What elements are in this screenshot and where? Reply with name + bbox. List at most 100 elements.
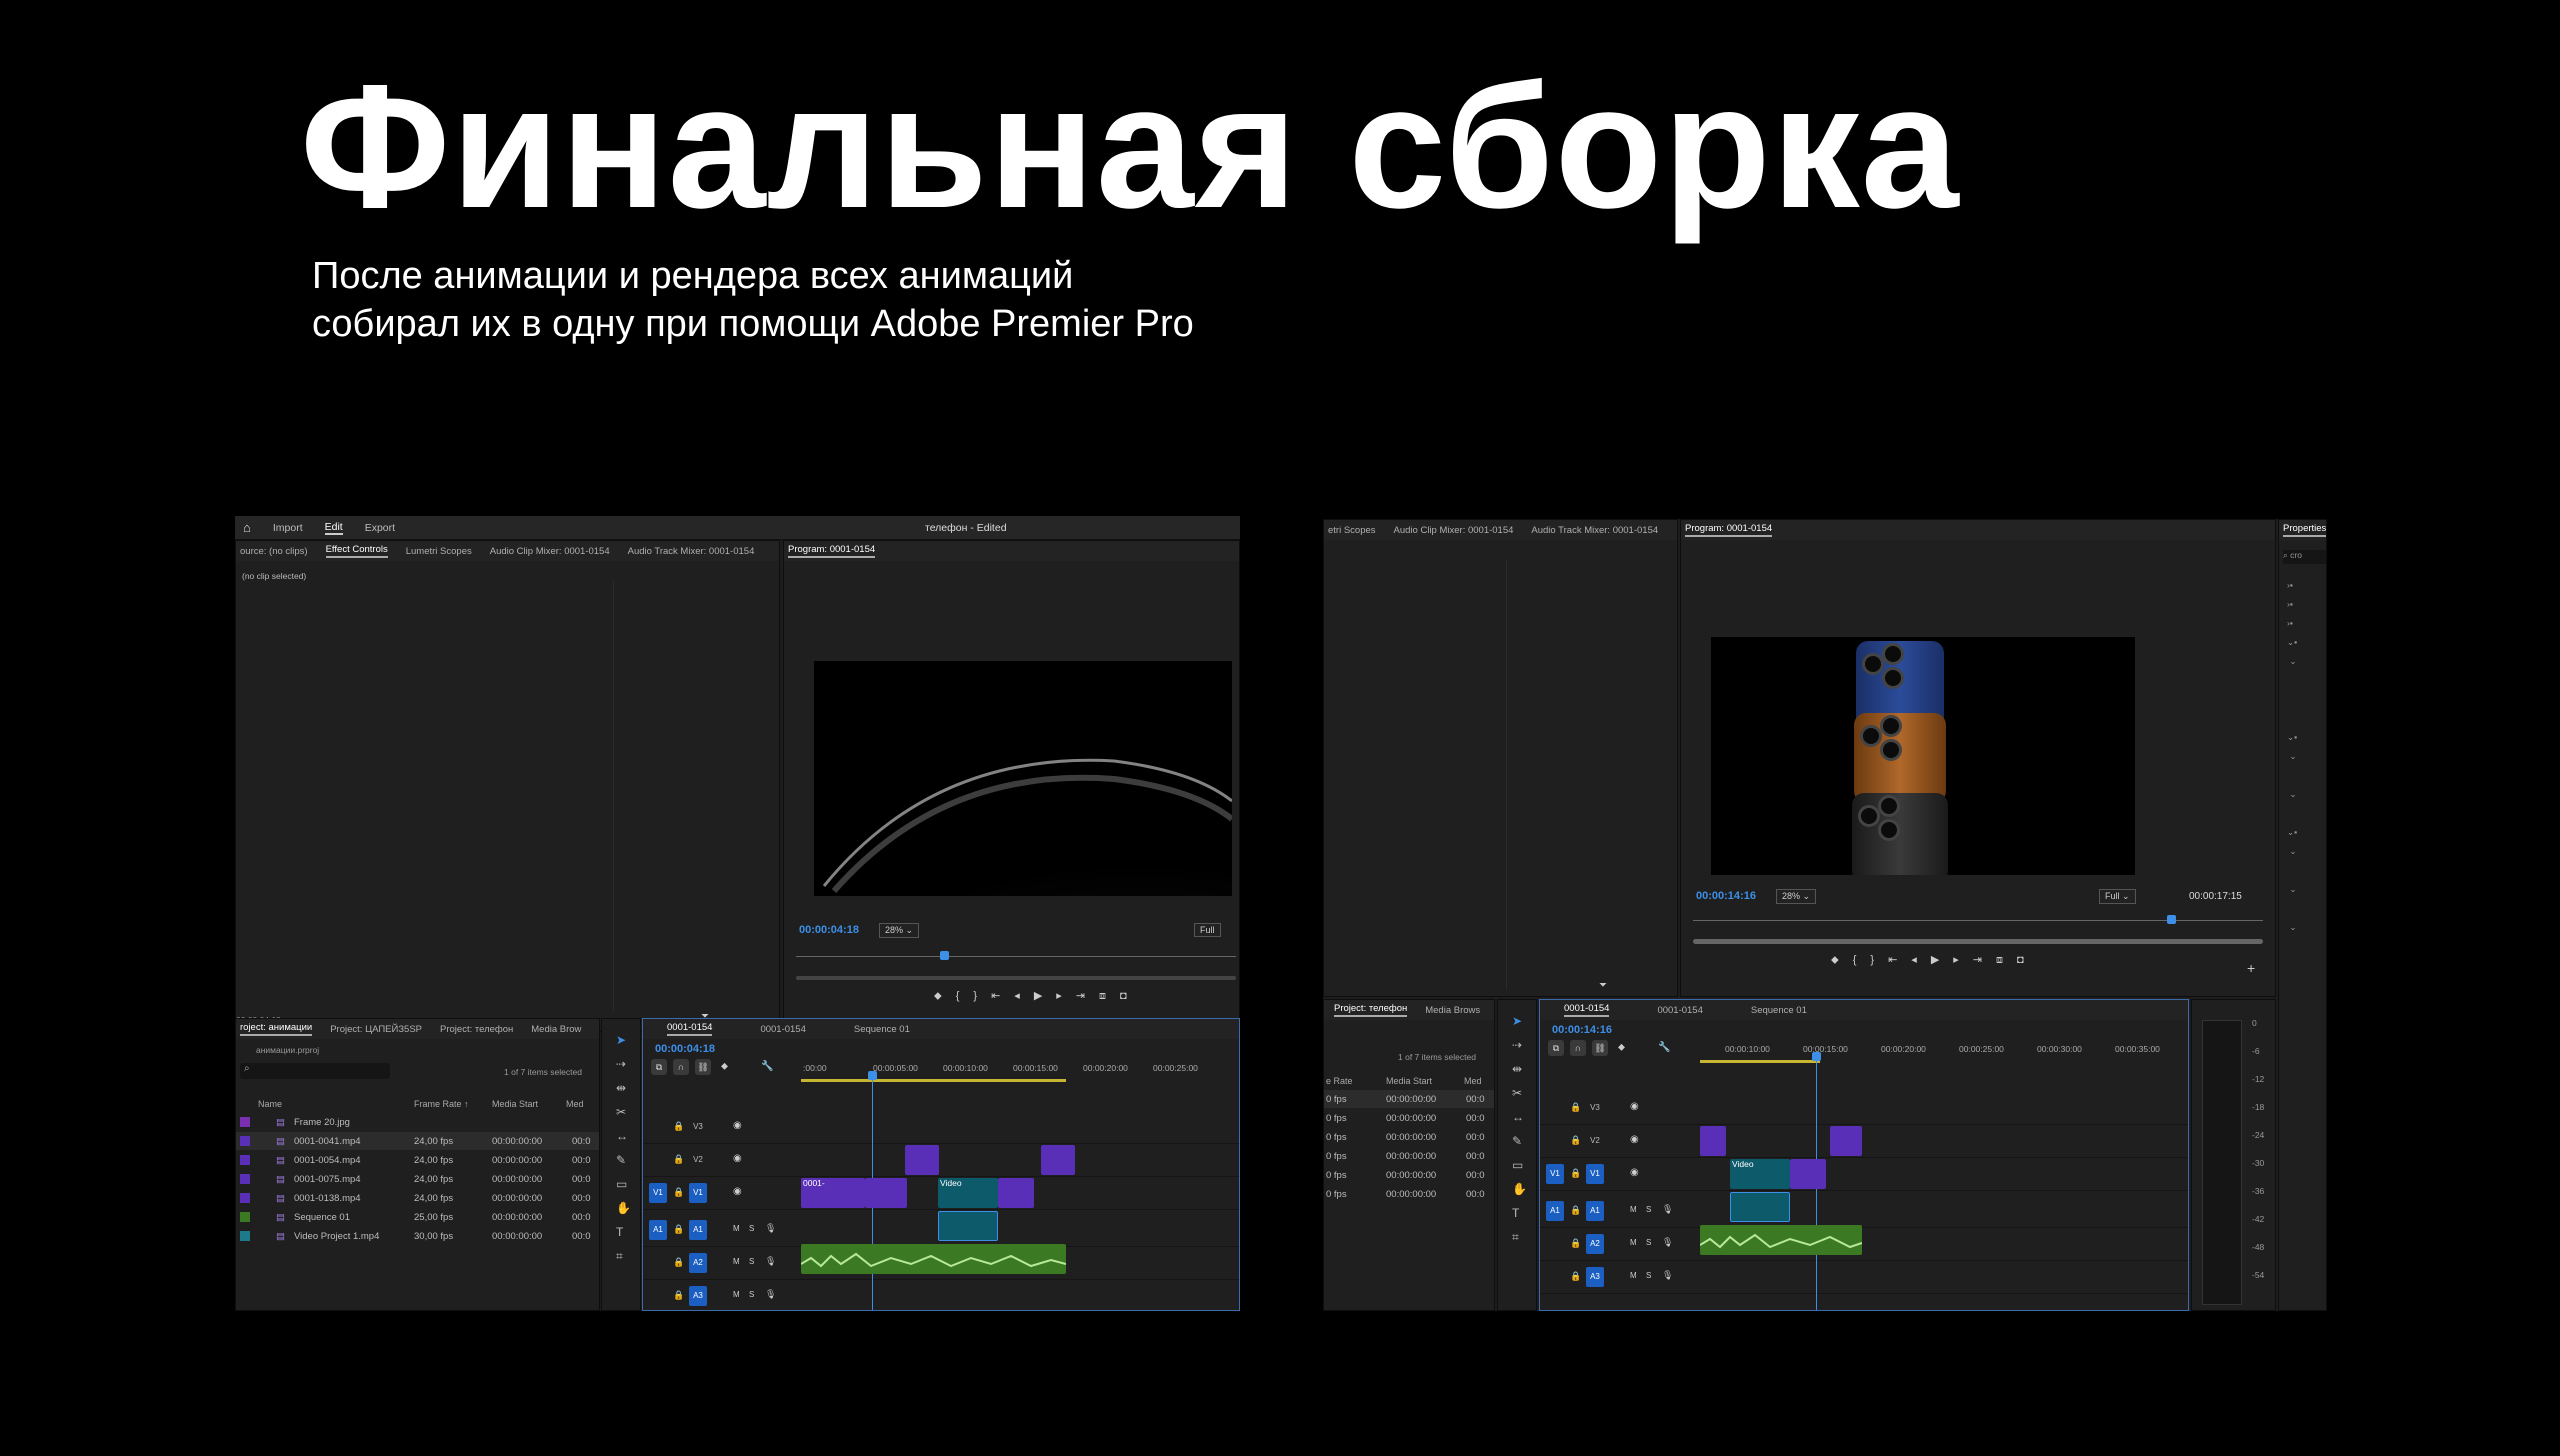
marker-icon[interactable]: ⬥ bbox=[1831, 954, 1853, 966]
mic-icon[interactable]: 🎙 bbox=[1662, 1204, 1673, 1215]
tab-project-phone[interactable]: Project: телефон bbox=[1334, 1003, 1408, 1017]
tab-seq-2[interactable]: 0001-0154 bbox=[760, 1024, 805, 1035]
source-patch[interactable]: V1 bbox=[1546, 1164, 1564, 1184]
list-item[interactable]: ▤ 0001-0075.mp4 24,00 fps 00:00:00:00 00:0 bbox=[236, 1170, 599, 1188]
solo-button[interactable]: S bbox=[1646, 1238, 1651, 1247]
col-frame-rate[interactable]: Frame Rate ↑ bbox=[414, 1099, 469, 1109]
lock-icon[interactable]: 🔒 bbox=[1570, 1168, 1581, 1179]
marker-add-icon[interactable]: ⬥ bbox=[1618, 1042, 1625, 1053]
track-label[interactable]: V3 bbox=[689, 1117, 707, 1137]
zoom-select[interactable]: 28% ⌄ bbox=[1776, 889, 1817, 904]
go-to-out-icon[interactable]: ⇥ bbox=[1076, 990, 1099, 1002]
caption-icon[interactable]: ⌗ bbox=[1512, 1230, 1519, 1245]
track-label[interactable]: V3 bbox=[1586, 1098, 1604, 1118]
col-media-start[interactable]: Media Start bbox=[1386, 1076, 1432, 1086]
lock-icon[interactable]: 🔒 bbox=[673, 1224, 684, 1235]
list-item[interactable]: 0 fps 00:00:00:00 00:0 bbox=[1324, 1185, 1494, 1203]
lock-icon[interactable]: 🔒 bbox=[673, 1187, 684, 1198]
ripple-edit-icon[interactable]: ⇹ bbox=[1512, 1062, 1522, 1076]
track-label[interactable]: A2 bbox=[1586, 1234, 1604, 1254]
add-button[interactable]: + bbox=[2247, 960, 2255, 976]
tab-audio-track-mixer[interactable]: Audio Track Mixer: 0001-0154 bbox=[628, 546, 755, 557]
track-label[interactable]: V1 bbox=[1586, 1164, 1604, 1184]
mic-icon[interactable]: 🎙 bbox=[765, 1289, 776, 1300]
lift-icon[interactable]: ⧈ bbox=[1996, 954, 2017, 966]
mute-button[interactable]: M bbox=[733, 1290, 740, 1299]
timeline-playhead-handle[interactable] bbox=[1812, 1052, 1821, 1061]
audio-clip[interactable] bbox=[938, 1211, 998, 1241]
track-label[interactable]: V2 bbox=[1586, 1131, 1604, 1151]
col-media[interactable]: Med bbox=[566, 1099, 584, 1109]
export-frame-icon[interactable]: ◘ bbox=[1120, 990, 1141, 1002]
solo-button[interactable]: S bbox=[749, 1224, 754, 1233]
tab-seq-1[interactable]: 0001-0154 bbox=[1564, 1003, 1610, 1017]
snap-icon[interactable]: ∩ bbox=[1570, 1040, 1586, 1056]
audio-clip[interactable] bbox=[1730, 1192, 1790, 1222]
tab-audio-clip-mixer[interactable]: Audio Clip Mixer: 0001-0154 bbox=[490, 546, 610, 557]
marker-add-icon[interactable]: ⬥ bbox=[721, 1061, 728, 1072]
mic-icon[interactable]: 🎙 bbox=[765, 1223, 776, 1234]
lock-icon[interactable]: 🔒 bbox=[1570, 1271, 1581, 1282]
in-point-icon[interactable]: { bbox=[956, 990, 974, 1002]
col-media-start[interactable]: Media Start bbox=[492, 1099, 538, 1109]
step-back-icon[interactable]: ◂ bbox=[1911, 954, 1931, 966]
lock-icon[interactable]: 🔒 bbox=[1570, 1102, 1581, 1113]
lock-icon[interactable]: 🔒 bbox=[673, 1290, 684, 1301]
eye-icon[interactable]: ◉ bbox=[733, 1120, 742, 1131]
razor-icon[interactable]: ✂ bbox=[616, 1105, 626, 1119]
wrench-icon[interactable]: 🔧 bbox=[761, 1061, 773, 1072]
tab-project-animations[interactable]: roject: анимации bbox=[240, 1022, 313, 1036]
video-clip[interactable] bbox=[1790, 1159, 1826, 1189]
tab-media-browser[interactable]: Media Brows bbox=[1425, 1005, 1480, 1016]
tab-lumetri-scopes[interactable]: etri Scopes bbox=[1328, 525, 1376, 536]
marker-icon[interactable]: ⬥ bbox=[934, 990, 956, 1002]
video-clip[interactable]: Video bbox=[938, 1178, 998, 1208]
tab-properties[interactable]: Properties bbox=[2283, 523, 2326, 537]
list-item[interactable]: ▤ Video Project 1.mp4 30,00 fps 00:00:00:00… bbox=[236, 1227, 599, 1245]
timeline-playhead-handle[interactable] bbox=[868, 1071, 877, 1080]
program-zoom-bar[interactable] bbox=[796, 976, 1236, 980]
out-point-icon[interactable]: } bbox=[1870, 954, 1888, 966]
filter-icon[interactable]: ⏷ bbox=[1599, 980, 1607, 991]
track-label[interactable]: V1 bbox=[689, 1183, 707, 1203]
step-forward-icon[interactable]: ▸ bbox=[1953, 954, 1973, 966]
snap-icon[interactable]: ∩ bbox=[673, 1059, 689, 1075]
tab-project-phone[interactable]: Project: телефон bbox=[440, 1024, 513, 1035]
mute-button[interactable]: M bbox=[1630, 1238, 1637, 1247]
list-item[interactable]: ▤ Frame 20.jpg bbox=[236, 1113, 599, 1131]
tab-effect-controls[interactable]: Effect Controls bbox=[325, 544, 388, 558]
track-label[interactable]: A2 bbox=[689, 1253, 707, 1273]
go-to-out-icon[interactable]: ⇥ bbox=[1973, 954, 1996, 966]
lift-icon[interactable]: ⧈ bbox=[1099, 990, 1120, 1002]
menu-edit[interactable]: Edit bbox=[324, 521, 343, 535]
wrench-icon[interactable]: 🔧 bbox=[1658, 1042, 1670, 1053]
video-clip[interactable] bbox=[865, 1178, 907, 1208]
razor-icon[interactable]: ✂ bbox=[1512, 1086, 1522, 1100]
mute-button[interactable]: M bbox=[733, 1257, 740, 1266]
list-item[interactable]: 0 fps 00:00:00:00 00:0 bbox=[1324, 1109, 1494, 1127]
eye-icon[interactable]: ◉ bbox=[1630, 1134, 1639, 1145]
eye-icon[interactable]: ◉ bbox=[733, 1153, 742, 1164]
mute-button[interactable]: M bbox=[733, 1224, 740, 1233]
export-frame-icon[interactable]: ◘ bbox=[2017, 954, 2038, 966]
program-zoom-bar[interactable] bbox=[1693, 939, 2263, 944]
track-select-icon[interactable]: ⇢ bbox=[1512, 1038, 1522, 1052]
properties-search[interactable]: ⌕ cro bbox=[2283, 550, 2326, 564]
tab-audio-clip-mixer[interactable]: Audio Clip Mixer: 0001-0154 bbox=[1394, 525, 1514, 536]
quality-select[interactable]: Full ⌄ bbox=[2099, 889, 2136, 904]
track-label[interactable]: A1 bbox=[689, 1220, 707, 1240]
program-scrubber[interactable] bbox=[1693, 920, 2263, 921]
go-to-in-icon[interactable]: ⇤ bbox=[991, 990, 1014, 1002]
lock-icon[interactable]: 🔒 bbox=[1570, 1205, 1581, 1216]
tab-seq-2[interactable]: 0001-0154 bbox=[1657, 1005, 1702, 1016]
project-search-input[interactable]: ⌕ bbox=[240, 1063, 390, 1079]
caption-icon[interactable]: ⌗ bbox=[616, 1249, 623, 1264]
out-point-icon[interactable]: } bbox=[973, 990, 991, 1002]
tab-seq-3[interactable]: Sequence 01 bbox=[854, 1024, 910, 1035]
selection-tool-icon[interactable]: ➤ bbox=[616, 1033, 626, 1047]
step-forward-icon[interactable]: ▸ bbox=[1056, 990, 1076, 1002]
source-patch[interactable]: A1 bbox=[1546, 1201, 1564, 1221]
tab-media-browser[interactable]: Media Brow bbox=[531, 1024, 581, 1035]
tab-seq-1[interactable]: 0001-0154 bbox=[667, 1022, 713, 1036]
lock-icon[interactable]: 🔒 bbox=[673, 1121, 684, 1132]
